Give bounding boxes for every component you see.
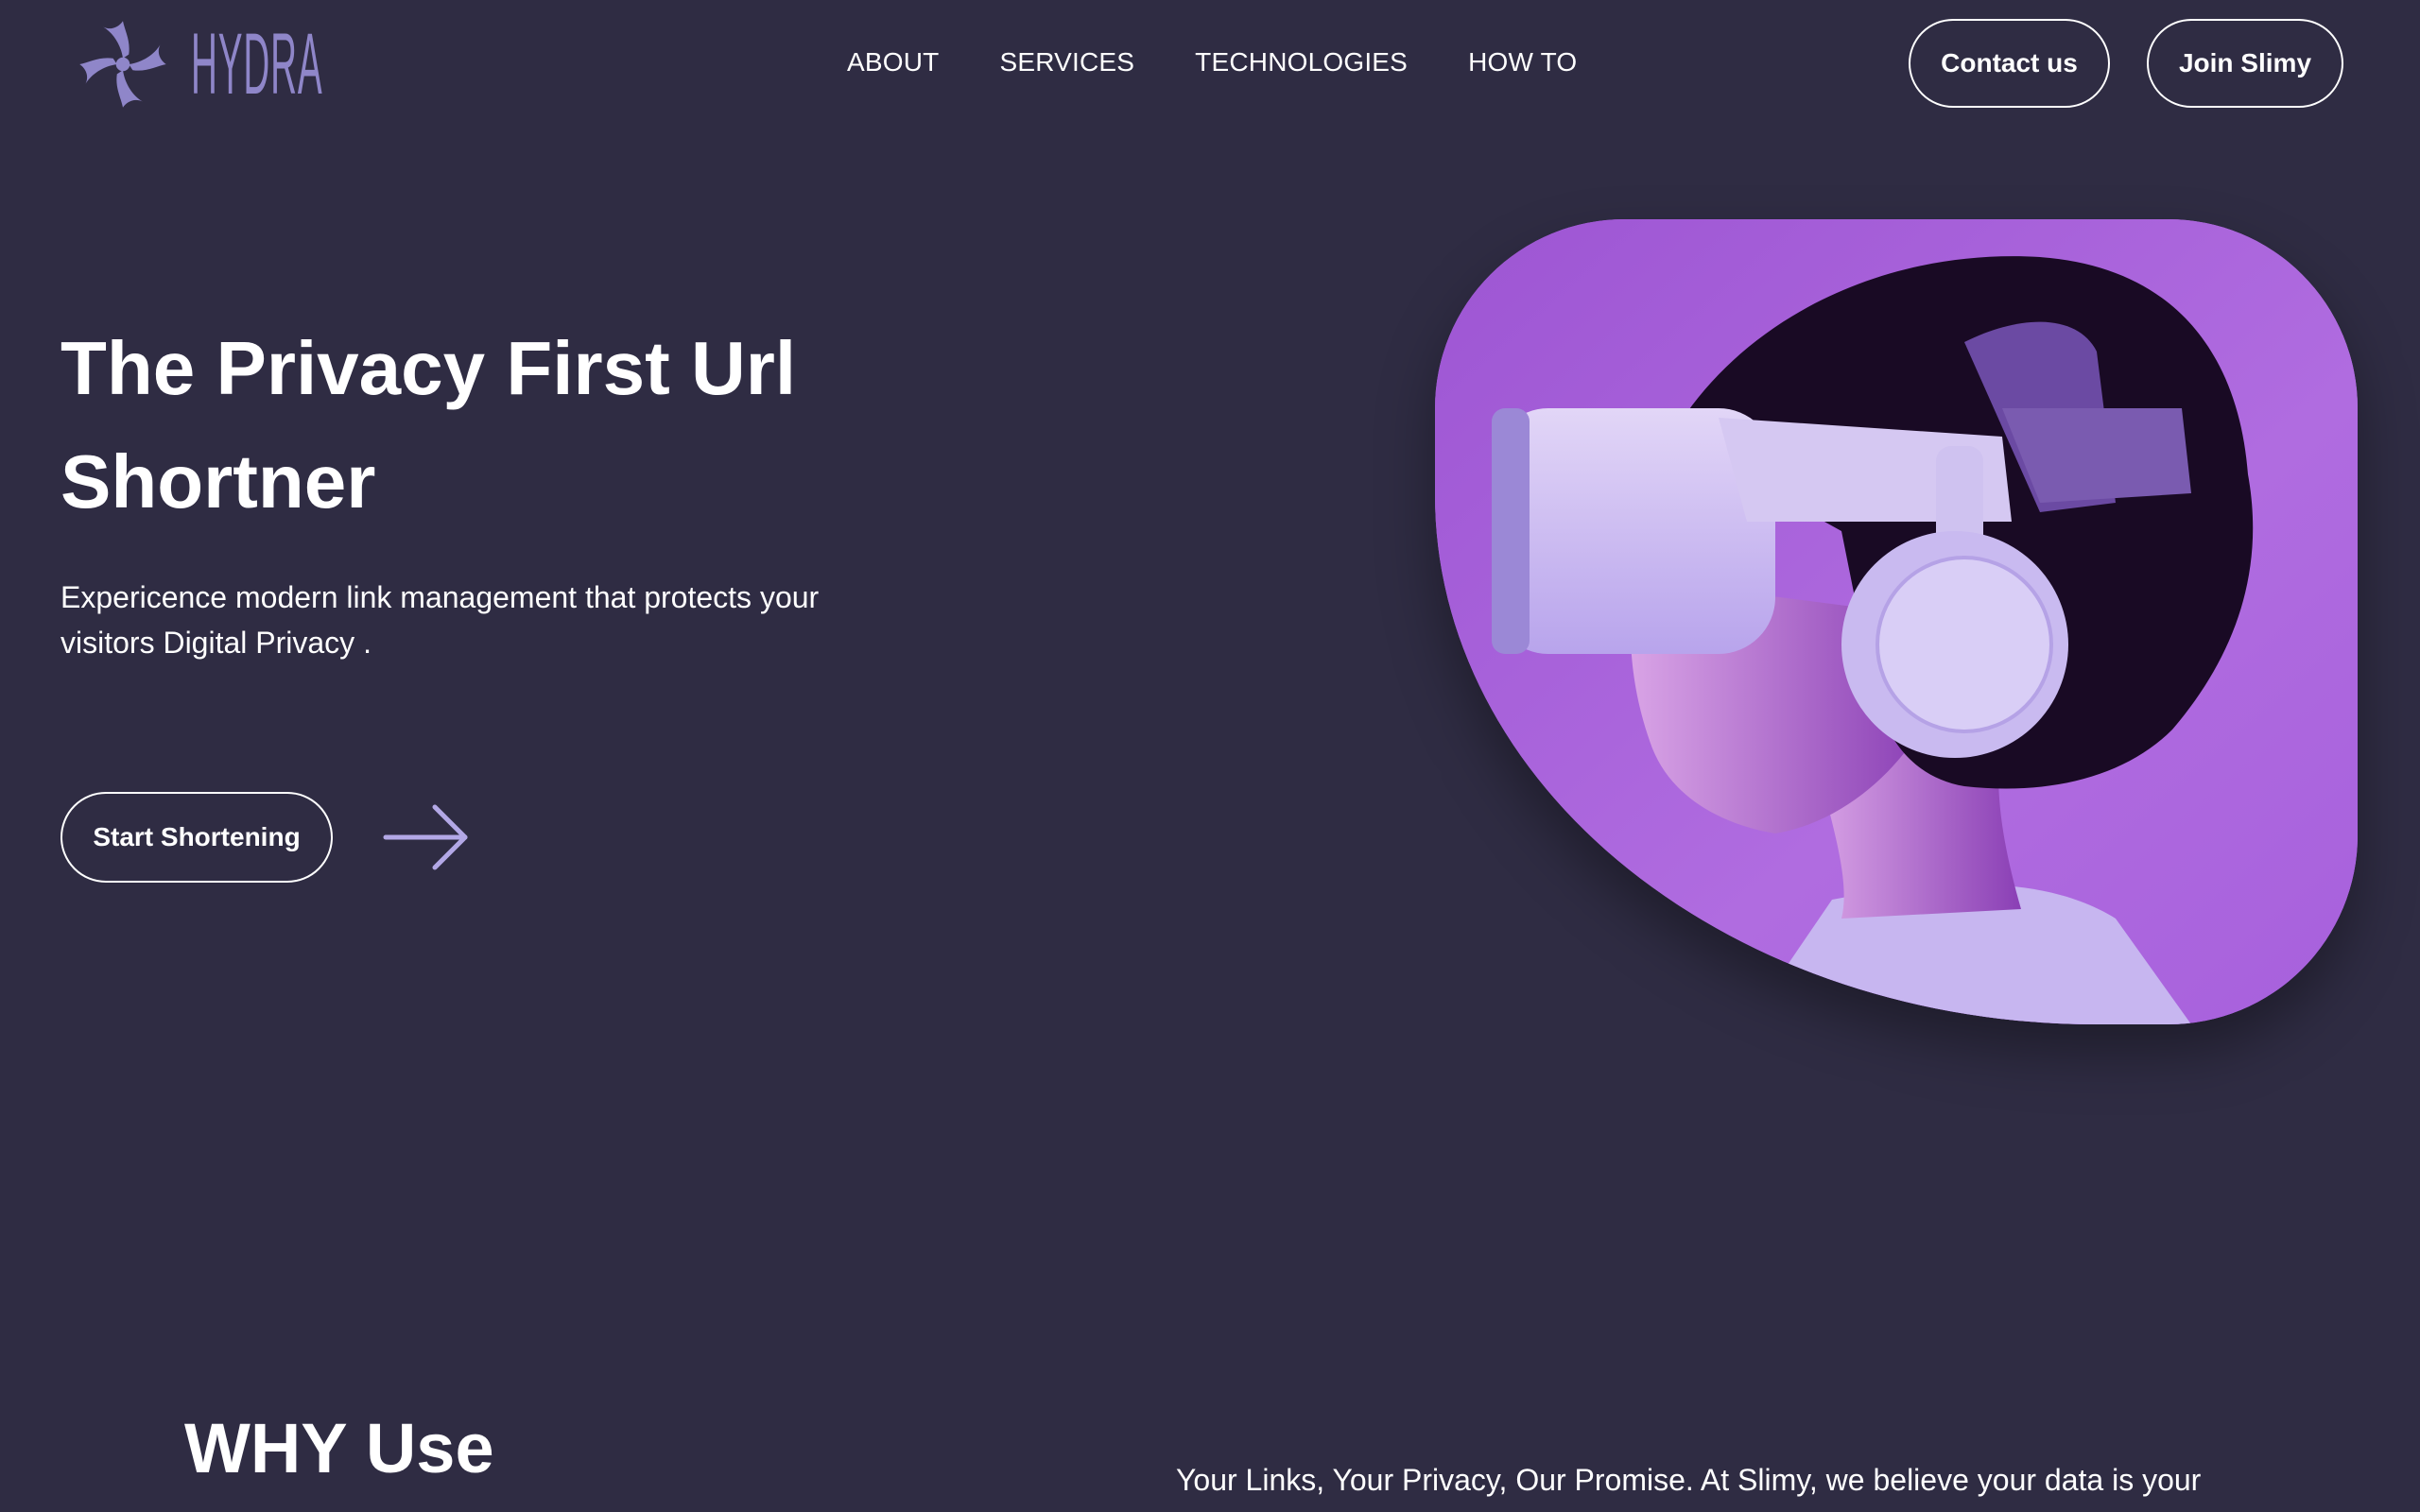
hero-vr-headset-image	[1435, 219, 2358, 1024]
start-shortening-button[interactable]: Start Shortening	[60, 792, 333, 883]
main-nav: ABOUT SERVICES TECHNOLOGIES HOW TO	[847, 47, 1577, 77]
why-section-text: Your Links, Your Privacy, Our Promise. A…	[1176, 1463, 2202, 1497]
vr-headset-illustration	[1435, 219, 2358, 1024]
why-section-title: WHY Use	[184, 1409, 494, 1487]
nav-link-technologies[interactable]: TECHNOLOGIES	[1195, 47, 1408, 77]
nav-link-how-to[interactable]: HOW TO	[1468, 47, 1577, 77]
hero-subtitle: Expericence modern link management that …	[60, 580, 820, 660]
nav-link-about[interactable]: ABOUT	[847, 47, 939, 77]
swirl-cross-icon	[79, 21, 166, 108]
join-slimy-button[interactable]: Join Slimy	[2147, 19, 2343, 108]
brand-logo[interactable]: HYDRA	[74, 15, 505, 113]
contact-us-button[interactable]: Contact us	[1909, 19, 2110, 108]
nav-link-services[interactable]: SERVICES	[999, 47, 1134, 77]
arrow-right-icon[interactable]	[382, 799, 471, 875]
logo-text: HYDRA	[191, 16, 323, 112]
hero-title: The Privacy First Url Shortner	[60, 326, 797, 524]
